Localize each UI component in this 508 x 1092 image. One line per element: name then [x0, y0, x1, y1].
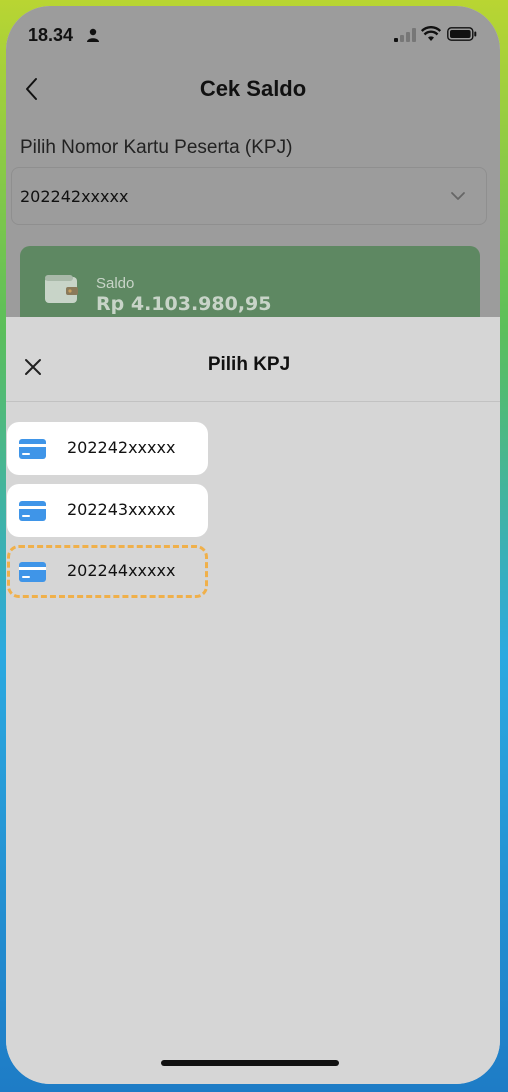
chevron-down-icon [451, 192, 465, 200]
status-bar: 18.34 [6, 6, 500, 64]
sheet-header: Pilih KPJ [6, 317, 500, 402]
phone-screen: 18.34 Cek Saldo Pilih Nomor Kartu Pesert… [6, 6, 500, 1084]
sheet-title: Pilih KPJ [207, 354, 291, 375]
page-title: Cek Saldo [199, 76, 307, 101]
home-indicator [161, 1060, 339, 1066]
card-icon [19, 439, 46, 459]
person-icon [87, 28, 99, 42]
balance-label: Saldo [96, 275, 135, 292]
kpj-field-label: Pilih Nomor Kartu Peserta (KPJ) [20, 137, 293, 158]
battery-icon [447, 27, 477, 41]
kpj-option[interactable]: 202243xxxxx [7, 484, 208, 537]
kpj-bottom-sheet: Pilih KPJ 202242xxxxx 202243xxxxx 202244… [6, 317, 500, 1084]
kpj-dropdown-value: 202242xxxxx [20, 187, 129, 206]
kpj-dropdown[interactable]: 202242xxxxx [11, 167, 487, 225]
status-time: 18.34 [28, 25, 74, 45]
signal-icon [394, 28, 416, 42]
kpj-option-number: 202244xxxxx [67, 561, 176, 580]
kpj-option-number: 202242xxxxx [67, 438, 176, 457]
card-icon [19, 501, 46, 521]
kpj-option-selected[interactable]: 202244xxxxx [7, 545, 208, 598]
card-icon [19, 562, 46, 582]
wallet-icon [45, 275, 78, 303]
balance-value: Rp 4.103.980,95 [96, 293, 272, 315]
cek-saldo-screen: 18.34 Cek Saldo Pilih Nomor Kartu Pesert… [6, 6, 500, 336]
kpj-option[interactable]: 202242xxxxx [7, 422, 208, 475]
kpj-option-number: 202243xxxxx [67, 500, 176, 519]
wifi-icon [421, 26, 441, 41]
